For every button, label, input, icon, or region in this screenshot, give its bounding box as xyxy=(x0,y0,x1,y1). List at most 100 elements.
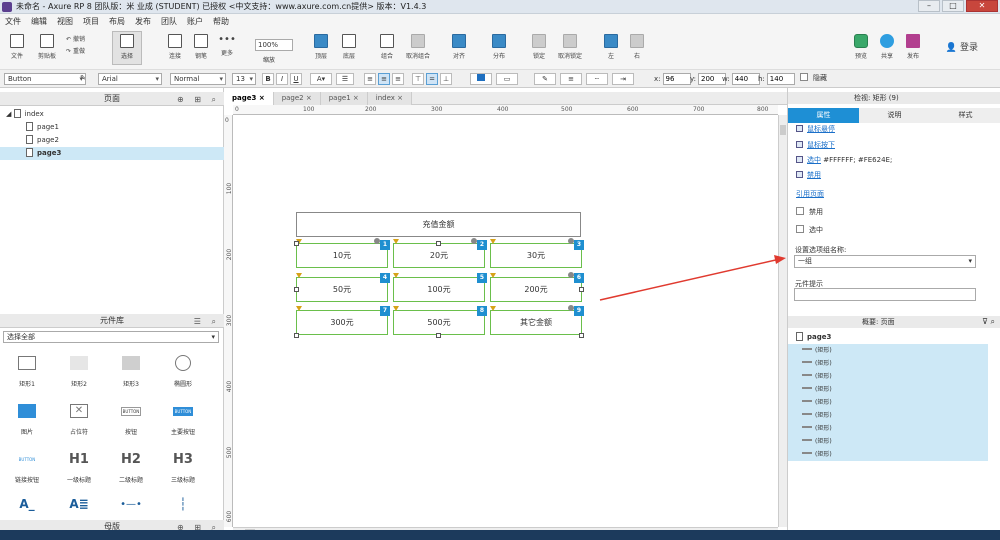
zoom-select[interactable]: 100% xyxy=(255,39,293,51)
w-input[interactable] xyxy=(731,73,760,85)
tab-properties[interactable]: 属性 xyxy=(788,108,859,123)
ref-page-link[interactable]: 引用页面 xyxy=(796,190,824,198)
group-button[interactable]: 组合 xyxy=(372,32,402,60)
style-edit-icon[interactable]: ✎ xyxy=(76,73,90,85)
close-button[interactable]: ✕ xyxy=(966,0,998,12)
expand-icon[interactable]: ◢ xyxy=(6,110,14,118)
option-300[interactable]: 300元 xyxy=(296,310,388,335)
widget-placeholder[interactable]: ✕ 占位符 xyxy=(54,401,104,436)
bold-button[interactable]: B xyxy=(262,73,274,85)
scroll-thumb[interactable] xyxy=(780,125,786,135)
bring-top-button[interactable]: 顶层 xyxy=(306,32,336,60)
font-size-select[interactable]: 13 xyxy=(232,73,256,85)
outline-item[interactable]: (矩形) xyxy=(788,435,988,448)
font-weight-select[interactable]: Normal xyxy=(170,73,226,85)
fill-color-button[interactable] xyxy=(470,73,492,85)
outline-item[interactable]: (矩形) xyxy=(788,344,988,357)
library-panel-tools[interactable]: ☰ ⌕ xyxy=(194,315,220,328)
mouse-down-link[interactable]: 鼠标按下 xyxy=(807,141,835,149)
tree-item-page2[interactable]: page2 xyxy=(0,134,224,147)
x-input[interactable] xyxy=(662,73,691,85)
menu-publish[interactable]: 发布 xyxy=(135,16,151,27)
tab-page3[interactable]: page3 × xyxy=(224,92,274,105)
option-100[interactable]: 100元 xyxy=(393,277,485,302)
outline-root[interactable]: page3 xyxy=(796,332,831,341)
option-20[interactable]: 20元 xyxy=(393,243,485,268)
resize-handle[interactable] xyxy=(579,287,584,292)
widget-link-button[interactable]: BUTTON 链接按钮 xyxy=(2,449,52,485)
undo-button[interactable]: ↶ 撤销 xyxy=(66,34,106,43)
tab-style[interactable]: 样式 xyxy=(930,108,1000,123)
tab-page2[interactable]: page2 × xyxy=(273,92,321,105)
resize-handle[interactable] xyxy=(294,333,299,338)
widget-h2[interactable]: H2 二级标题 xyxy=(106,449,156,485)
checked-checkbox[interactable] xyxy=(796,225,804,233)
hidden-checkbox[interactable] xyxy=(800,73,808,81)
right-button[interactable]: 右 xyxy=(622,32,652,60)
italic-button[interactable]: I xyxy=(276,73,288,85)
widget-primary-button[interactable]: BUTTON 主要按钮 xyxy=(158,401,208,436)
option-200[interactable]: 200元 xyxy=(490,277,582,302)
resize-handle[interactable] xyxy=(436,241,441,246)
outline-item[interactable]: (矩形) xyxy=(788,409,988,422)
menu-account[interactable]: 账户 xyxy=(187,16,203,27)
option-10[interactable]: 10元 xyxy=(296,243,388,268)
option-50[interactable]: 50元 xyxy=(296,277,388,302)
resize-handle[interactable] xyxy=(294,287,299,292)
widget-paragraph[interactable]: A≣ xyxy=(54,494,104,520)
radius-handle-icon[interactable] xyxy=(471,238,477,244)
line-color-button[interactable]: ✎ xyxy=(534,73,556,85)
resize-handle[interactable] xyxy=(436,333,441,338)
tree-root[interactable]: ◢ index xyxy=(0,108,224,121)
disabled-option[interactable]: 禁用 xyxy=(796,207,823,217)
unlock-button[interactable]: 取消锁定 xyxy=(552,32,588,60)
underline-button[interactable]: U xyxy=(290,73,302,85)
outline-item[interactable]: (矩形) xyxy=(788,448,988,461)
recharge-header[interactable]: 充值金额 xyxy=(296,212,581,237)
widget-style-select[interactable]: Button xyxy=(4,73,86,85)
radius-handle-icon[interactable] xyxy=(568,305,574,311)
tooltip-input[interactable] xyxy=(794,288,976,301)
redo-button[interactable]: ↷ 重做 xyxy=(66,46,106,55)
tab-index[interactable]: index × xyxy=(367,92,413,105)
hidden-toggle[interactable]: 隐藏 xyxy=(800,73,827,83)
radius-handle-icon[interactable] xyxy=(568,238,574,244)
close-tab-icon[interactable]: × xyxy=(306,94,312,102)
list-button[interactable]: ☰ xyxy=(336,73,354,85)
close-tab-icon[interactable]: × xyxy=(259,94,265,102)
outline-item[interactable]: (矩形) xyxy=(788,357,988,370)
radius-handle-icon[interactable] xyxy=(374,238,380,244)
menu-team[interactable]: 团队 xyxy=(161,16,177,27)
file-button[interactable]: 文件 xyxy=(2,32,32,60)
menu-help[interactable]: 帮助 xyxy=(213,16,229,27)
tree-item-page3[interactable]: page3 xyxy=(0,147,224,160)
outline-item[interactable]: (矩形) xyxy=(788,396,988,409)
more-button[interactable]: ••• 更多 xyxy=(212,32,242,57)
menu-edit[interactable]: 编辑 xyxy=(31,16,47,27)
widget-image[interactable]: 图片 xyxy=(2,401,52,436)
menu-file[interactable]: 文件 xyxy=(5,16,21,27)
distribute-button[interactable]: 分布 xyxy=(484,32,514,60)
option-other[interactable]: 其它金额 xyxy=(490,310,582,335)
widget-label[interactable]: A_ xyxy=(2,494,52,520)
valign-bottom-button[interactable]: ⊥ xyxy=(440,73,452,85)
login-button[interactable]: 👤 登录 xyxy=(946,40,978,53)
pages-panel-tools[interactable]: ⊕ ⊞ ⌕ xyxy=(177,93,220,106)
library-filter-select[interactable]: 选择全部 xyxy=(3,331,219,343)
mouse-over-link[interactable]: 鼠标悬停 xyxy=(807,125,835,133)
tab-page1[interactable]: page1 × xyxy=(320,92,368,105)
widget-rect3[interactable]: 矩形3 xyxy=(106,353,156,388)
widget-hline[interactable]: •—• xyxy=(106,494,156,520)
resize-handle[interactable] xyxy=(294,241,299,246)
select-button[interactable]: 选择 xyxy=(112,31,142,65)
tab-notes[interactable]: 说明 xyxy=(859,108,930,123)
lock-button[interactable]: 锁定 xyxy=(524,32,554,60)
resize-handle[interactable] xyxy=(579,333,584,338)
widget-rect1[interactable]: 矩形1 xyxy=(2,353,52,388)
line-width-button[interactable]: ≡ xyxy=(560,73,582,85)
filter-icon[interactable]: ⊽ ⌕ xyxy=(982,316,995,328)
widget-ellipse[interactable]: 椭圆形 xyxy=(158,353,208,388)
align-left-button[interactable]: ≡ xyxy=(364,73,376,85)
disabled-link[interactable]: 禁用 xyxy=(807,171,821,179)
send-bottom-button[interactable]: 底层 xyxy=(334,32,364,60)
